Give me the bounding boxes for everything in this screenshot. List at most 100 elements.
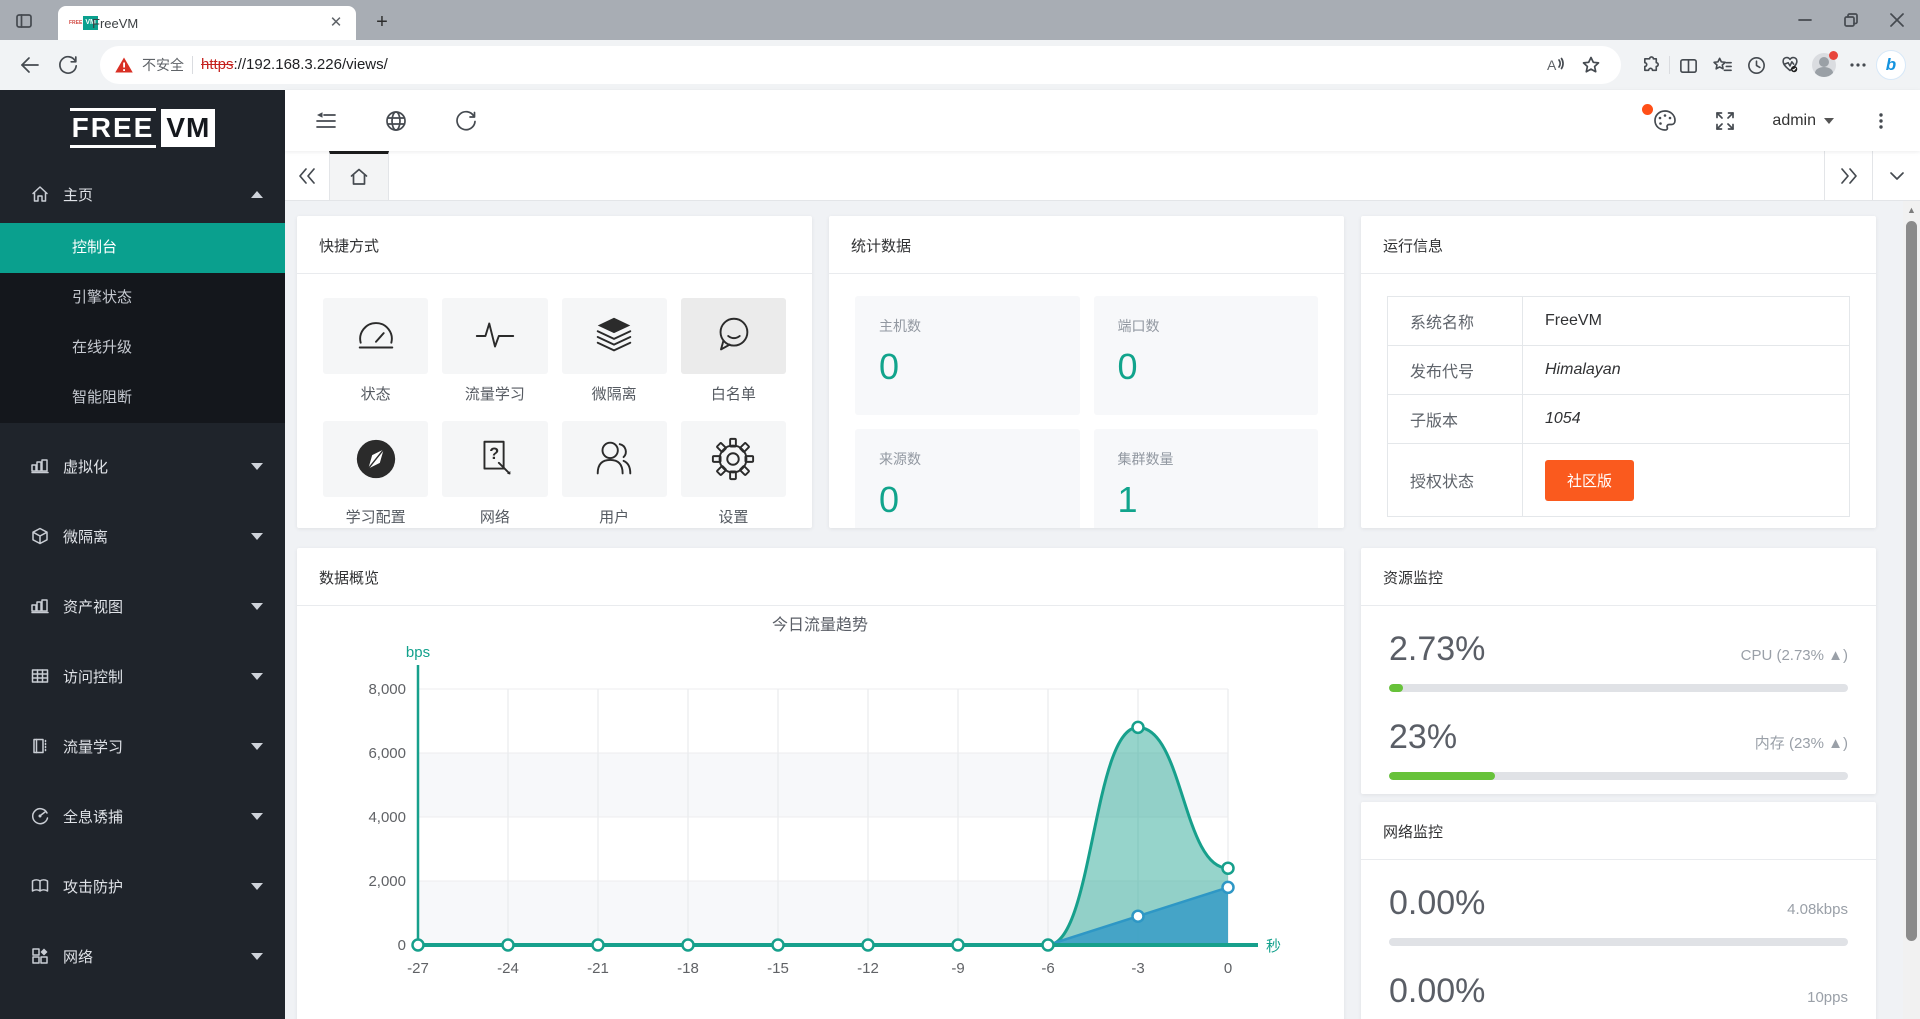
shortcut-network[interactable]: ? 网络 [442, 421, 547, 527]
new-tab-button[interactable]: + [368, 9, 396, 35]
radar-icon [30, 806, 50, 826]
scroll-up-icon[interactable]: ▲ [1903, 201, 1920, 218]
stats-card: 统计数据 主机数 0 端口数 0 来源数 0 [829, 216, 1344, 528]
shortcut-traffic-learning[interactable]: 流量学习 [442, 298, 547, 404]
table-icon [30, 666, 50, 686]
sidebar-item-holographic-decoy[interactable]: 全息诱捕 [0, 781, 285, 851]
expand-caret-icon [251, 883, 263, 890]
table-row: 授权状态社区版 [1388, 444, 1850, 517]
layers-icon [591, 313, 637, 359]
cpu-percent: 2.73% [1389, 630, 1485, 669]
card-title: 资源监控 [1361, 548, 1876, 606]
svg-text:-9: -9 [951, 960, 964, 977]
url-text: https://192.168.3.226/views/ [201, 56, 388, 74]
divider [192, 56, 193, 74]
svg-text:-21: -21 [587, 960, 609, 977]
svg-text:-6: -6 [1041, 960, 1054, 977]
split-screen-icon[interactable] [1672, 49, 1704, 81]
shortcut-status[interactable]: 状态 [323, 298, 428, 404]
sidebar-item-smart-block[interactable]: 智能阻断 [0, 373, 285, 423]
svg-text:8,000: 8,000 [368, 681, 406, 698]
refresh-icon[interactable] [52, 49, 84, 81]
extensions-icon[interactable] [1635, 49, 1667, 81]
app-header: admin [285, 90, 1920, 151]
minimize-button[interactable] [1782, 0, 1828, 40]
doc-question-icon: ? [472, 436, 518, 482]
sidebar-item-micro-isolation[interactable]: 微隔离 [0, 501, 285, 571]
shortcut-whitelist[interactable]: 白名单 [681, 298, 786, 404]
bandwidth-monitor: 0.00% 4.08kbps [1389, 884, 1848, 946]
back-icon[interactable] [14, 49, 46, 81]
cpu-progressbar [1389, 684, 1848, 692]
svg-text:今日流量趋势: 今日流量趋势 [772, 616, 868, 634]
tabs-menu-chevron-icon[interactable] [1872, 151, 1920, 200]
home-icon [30, 184, 50, 204]
address-bar[interactable]: 不安全 https://192.168.3.226/views/ A [100, 46, 1621, 84]
chat-bubble-icon [710, 313, 756, 359]
favorites-bar-icon[interactable] [1706, 49, 1738, 81]
not-secure-warning-icon [114, 55, 134, 75]
page-scrollbar[interactable]: ▲ [1903, 201, 1920, 1019]
svg-text:A: A [1547, 57, 1557, 73]
expand-caret-icon [251, 813, 263, 820]
user-menu[interactable]: admin [1772, 112, 1834, 130]
sidebar-item-traffic-learning[interactable]: 流量学习 [0, 711, 285, 781]
sidebar-item-virtualization[interactable]: 虚拟化 [0, 431, 285, 501]
sidebar-item-asset-view[interactable]: 资产视图 [0, 571, 285, 641]
theme-palette-icon[interactable] [1652, 108, 1678, 134]
license-badge[interactable]: 社区版 [1545, 460, 1634, 501]
stat-value: 0 [879, 346, 1056, 388]
fullscreen-icon[interactable] [1712, 108, 1738, 134]
sidebar-item-network[interactable]: 网络 [0, 921, 285, 991]
table-row: 系统名称FreeVM [1388, 297, 1850, 346]
gauge-icon [353, 313, 399, 359]
tabs-scroll-left-icon[interactable] [285, 151, 329, 200]
restore-button[interactable] [1828, 0, 1874, 40]
sidebar-item-engine-status[interactable]: 引擎状态 [0, 273, 285, 323]
freevm-logo: FREEVM [0, 90, 285, 165]
shortcut-micro-isolation[interactable]: 微隔离 [562, 298, 667, 404]
bandwidth-percent: 0.00% [1389, 884, 1485, 923]
svg-text:秒: 秒 [1266, 938, 1281, 955]
bing-copilot-icon[interactable]: b [1876, 50, 1906, 80]
card-title: 网络监控 [1361, 802, 1876, 860]
tab-home[interactable] [329, 151, 389, 200]
network-monitor-card: 网络监控 0.00% 4.08kbps 0.00% 10pps [1361, 802, 1876, 1019]
browser-essentials-icon[interactable] [1774, 49, 1806, 81]
profile-avatar[interactable] [1808, 49, 1840, 81]
sidebar-item-attack-protection[interactable]: 攻击防护 [0, 851, 285, 921]
svg-text:-24: -24 [497, 960, 519, 977]
sidebar-item-console[interactable]: 控制台 [0, 223, 285, 273]
shortcut-users[interactable]: 用户 [562, 421, 667, 527]
bar-chart-icon [30, 456, 50, 476]
gear-icon [710, 436, 756, 482]
sidebar-item-online-upgrade[interactable]: 在线升级 [0, 323, 285, 373]
sidebar-item-access-control[interactable]: 访问控制 [0, 641, 285, 711]
cpu-monitor: 2.73% CPU (2.73% ▲) [1389, 630, 1848, 692]
settings-more-icon[interactable] [1842, 49, 1874, 81]
svg-text:0: 0 [1224, 960, 1232, 977]
close-window-button[interactable] [1874, 0, 1920, 40]
sidebar-item-home[interactable]: 主页 [0, 165, 285, 223]
bar-chart-icon [30, 596, 50, 616]
reload-page-icon[interactable] [453, 108, 479, 134]
kebab-menu-icon[interactable] [1868, 108, 1894, 134]
history-icon[interactable] [1740, 49, 1772, 81]
collapse-sidebar-icon[interactable] [313, 108, 339, 134]
tab-close-icon[interactable]: ✕ [326, 13, 346, 33]
read-aloud-icon[interactable]: A [1539, 49, 1571, 81]
card-title: 运行信息 [1361, 216, 1876, 274]
collapse-caret-icon [251, 191, 263, 198]
scrollbar-thumb[interactable] [1906, 221, 1917, 941]
tab-actions-icon[interactable] [10, 8, 38, 34]
browser-tab[interactable]: FREEVM FreeVM ✕ [58, 6, 356, 40]
tabs-scroll-right-icon[interactable] [1824, 151, 1872, 200]
favorite-star-icon[interactable] [1575, 49, 1607, 81]
shortcut-settings[interactable]: 设置 [681, 421, 786, 527]
language-globe-icon[interactable] [383, 108, 409, 134]
table-row: 子版本1054 [1388, 395, 1850, 444]
page-tabs-row [285, 151, 1920, 201]
shortcut-learning-config[interactable]: 学习配置 [323, 421, 428, 527]
stat-hosts: 主机数 0 [855, 296, 1080, 415]
divider [1669, 56, 1670, 74]
